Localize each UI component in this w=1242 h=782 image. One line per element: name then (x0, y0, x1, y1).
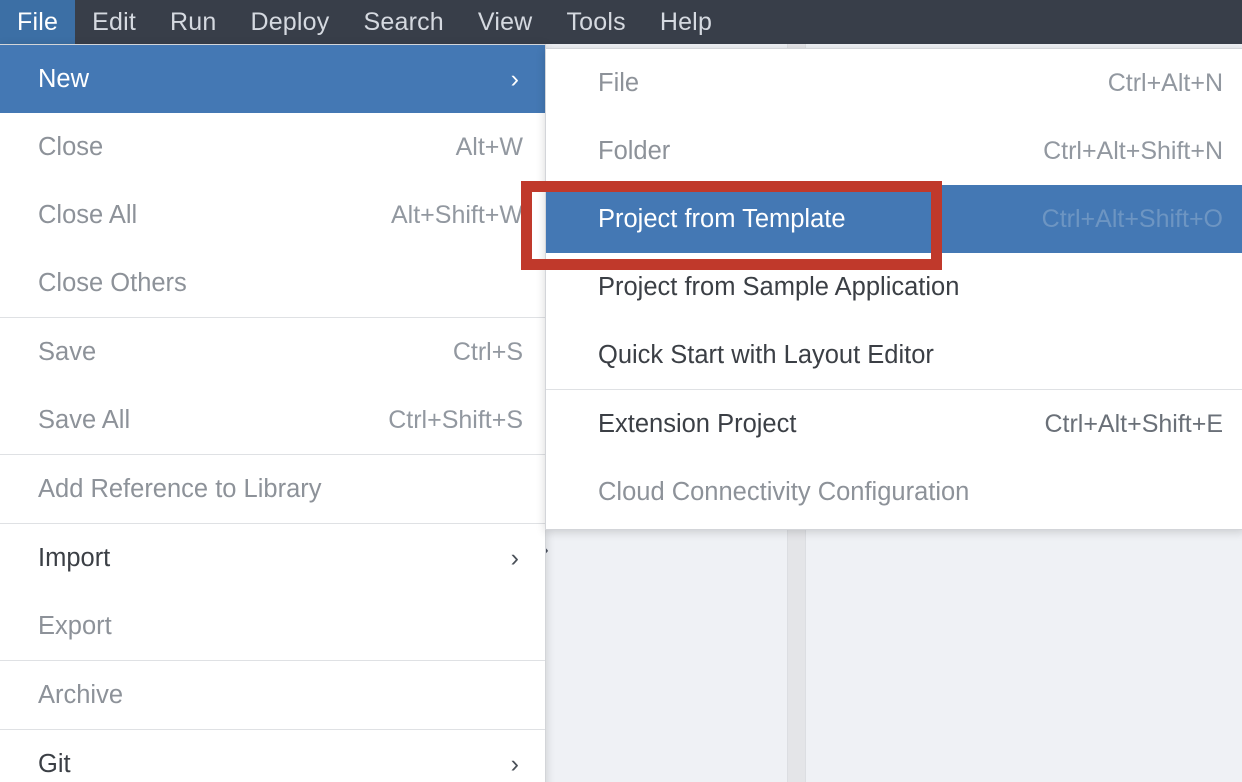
menu-item-close: Close Alt+W (0, 113, 545, 181)
menu-item-label: Quick Start with Layout Editor (598, 340, 934, 369)
submenu-item-project-from-template[interactable]: Project from Template Ctrl+Alt+Shift+O (546, 185, 1242, 253)
menubar-item-run[interactable]: Run (153, 0, 233, 44)
submenu-item-extension-project[interactable]: Extension Project Ctrl+Alt+Shift+E (546, 390, 1242, 458)
menubar-item-label: Tools (566, 7, 626, 36)
menu-item-label: Import (38, 543, 111, 572)
submenu-item-cloud-connectivity-configuration: Cloud Connectivity Configuration (546, 458, 1242, 526)
menu-item-close-others: Close Others (0, 249, 545, 317)
menubar-item-label: Edit (92, 7, 136, 36)
menu-item-label: Extension Project (598, 409, 797, 438)
menubar-item-search[interactable]: Search (346, 0, 460, 44)
menu-item-label: Add Reference to Library (38, 474, 322, 503)
submenu-item-project-from-sample-application[interactable]: Project from Sample Application (546, 253, 1242, 321)
chevron-right-icon: › (510, 64, 519, 93)
new-submenu-dropdown: File Ctrl+Alt+N Folder Ctrl+Alt+Shift+N Proj… (545, 48, 1242, 530)
submenu-item-folder: Folder Ctrl+Alt+Shift+N (546, 117, 1242, 185)
menubar-item-tools[interactable]: Tools (549, 0, 642, 44)
menu-item-label: Close Others (38, 268, 187, 297)
menu-item-export: Export (0, 592, 545, 660)
application-menu-bar: File Edit Run Deploy Search View Tools Help (0, 0, 1242, 44)
submenu-item-quick-start-with-layout-editor[interactable]: Quick Start with Layout Editor (546, 321, 1242, 389)
menu-item-shortcut: Ctrl+S (452, 337, 523, 366)
menubar-item-help[interactable]: Help (643, 0, 729, 44)
chevron-right-icon: › (510, 543, 519, 572)
menu-item-new[interactable]: New › (0, 45, 545, 113)
chevron-right-icon: › (510, 749, 519, 778)
menubar-item-edit[interactable]: Edit (75, 0, 153, 44)
menubar-item-label: View (477, 7, 533, 36)
screen-root: › File Edit Run Deploy Search View Tools Help N… (0, 0, 1242, 782)
menu-item-label: Project from Sample Application (598, 272, 960, 301)
menu-item-git[interactable]: Git › (0, 730, 545, 782)
menu-item-shortcut: Alt+Shift+W (391, 200, 523, 229)
menu-item-label: New (38, 64, 90, 93)
menu-item-label: Save (38, 337, 97, 366)
menubar-item-label: Help (659, 7, 713, 36)
menu-item-label: Close (38, 132, 104, 161)
menu-item-save: Save Ctrl+S (0, 318, 545, 386)
menu-item-label: Folder (598, 136, 671, 165)
menu-item-shortcut: Ctrl+Alt+Shift+E (1044, 409, 1223, 438)
menu-item-shortcut: Ctrl+Alt+N (1107, 68, 1223, 97)
menubar-item-label: Search (363, 7, 444, 36)
menu-item-add-reference-to-library: Add Reference to Library (0, 455, 545, 523)
menu-item-shortcut: Ctrl+Shift+S (388, 405, 523, 434)
menu-item-shortcut: Alt+W (455, 132, 523, 161)
file-menu-dropdown: New › Close Alt+W Close All Alt+Shift+W Close … (0, 44, 546, 782)
menu-item-save-all: Save All Ctrl+Shift+S (0, 386, 545, 454)
menu-item-shortcut: Ctrl+Alt+Shift+N (1043, 136, 1223, 165)
menubar-item-deploy[interactable]: Deploy (233, 0, 346, 44)
menubar-item-view[interactable]: View (461, 0, 550, 44)
menu-item-label: Export (38, 611, 112, 640)
menu-item-label: File (598, 68, 640, 97)
menu-item-shortcut: Ctrl+Alt+Shift+O (1041, 204, 1223, 233)
menubar-item-label: Run (169, 7, 217, 36)
menu-item-label: Project from Template (598, 204, 846, 233)
menu-item-label: Close All (38, 200, 138, 229)
menu-item-label: Archive (38, 680, 124, 709)
menu-item-import[interactable]: Import › (0, 524, 545, 592)
menu-item-close-all: Close All Alt+Shift+W (0, 181, 545, 249)
menubar-item-label: Deploy (250, 7, 330, 36)
menubar-item-file[interactable]: File (0, 0, 76, 44)
menu-item-label: Git (38, 749, 71, 778)
menu-item-label: Cloud Connectivity Configuration (598, 477, 970, 506)
menubar-item-label: File (17, 7, 59, 36)
menu-item-archive: Archive (0, 661, 545, 729)
submenu-item-file: File Ctrl+Alt+N (546, 49, 1242, 117)
menu-item-label: Save All (38, 405, 131, 434)
